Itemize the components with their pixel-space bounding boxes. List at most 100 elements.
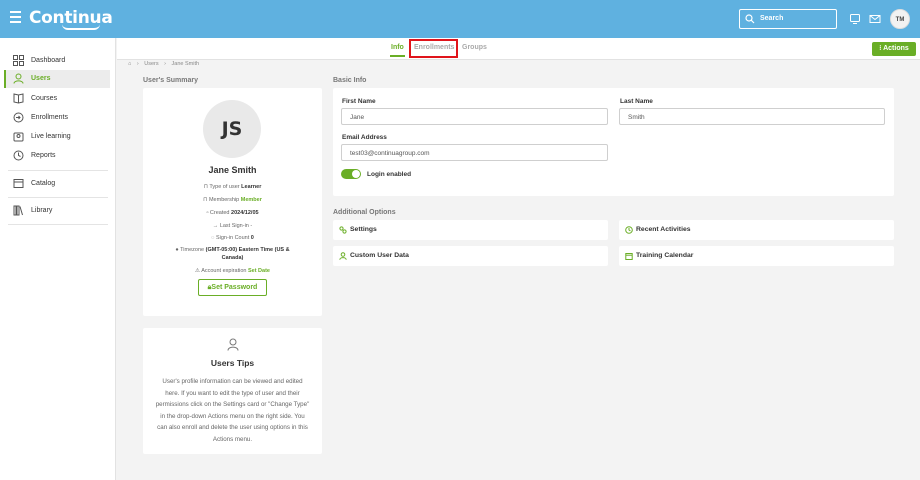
login-enabled-toggle[interactable] — [341, 169, 361, 179]
settings-label: Settings — [350, 226, 377, 233]
user-name: Jane Smith — [208, 165, 257, 175]
timezone-value: (GMT-05:00) Eastern Time (US & — [205, 247, 290, 253]
sidebar-item-label: Library — [31, 207, 53, 214]
sidebar-item-label: Reports — [31, 152, 56, 159]
user-icon — [227, 338, 239, 351]
sidebar-item-label: Live learning — [31, 133, 71, 140]
recent-activities-label: Recent Activities — [636, 226, 691, 233]
last-signin: → Last Sign-in - — [143, 223, 322, 229]
created-value: 2024/12/05 — [231, 210, 259, 216]
sidebar-item-library[interactable]: Library — [4, 202, 110, 220]
account-expiration: ⚠ Account expiration Set Date — [143, 268, 322, 274]
user-type: ⊓ Type of user Learner — [143, 184, 322, 190]
email-field[interactable]: test03@continuagroup.com — [341, 144, 608, 161]
training-calendar-card[interactable]: Training Calendar — [619, 246, 894, 266]
signin-count: ◌ Sign-in Count 0 — [143, 235, 322, 241]
breadcrumb-separator: › — [136, 61, 139, 67]
type-icon: ⊓ — [203, 184, 208, 190]
created-date: ▫ Created 2024/12/05 — [143, 210, 322, 216]
help-icon[interactable] — [849, 13, 861, 25]
basic-info-section-title: Basic Info — [333, 77, 367, 84]
dashboard-icon — [13, 55, 24, 66]
sidebar-item-courses[interactable]: Courses — [4, 90, 110, 108]
additional-options-section-title: Additional Options — [333, 209, 396, 216]
user-type-value: Learner — [241, 184, 262, 190]
actions-button[interactable]: ⁝ Actions — [872, 42, 916, 56]
timezone-label: Timezone — [180, 247, 205, 253]
sidebar-divider — [8, 224, 108, 225]
expiration-label: Account expiration — [201, 268, 247, 274]
breadcrumb-users[interactable]: Users — [144, 61, 158, 67]
set-password-label: Set Password — [211, 284, 258, 291]
search-icon — [745, 14, 755, 24]
highlight-box — [409, 39, 458, 58]
enroll-icon — [13, 112, 24, 123]
calendar-icon: ▫ — [206, 210, 209, 216]
tips-title: Users Tips — [210, 358, 255, 368]
tab-groups[interactable]: Groups — [462, 44, 487, 51]
tips-body: User's profile information can be viewed… — [155, 378, 310, 443]
sidebar-item-users[interactable]: Users — [4, 70, 110, 88]
training-calendar-label: Training Calendar — [636, 252, 694, 259]
live-learning-icon — [13, 132, 24, 142]
timezone-cont: Canada) — [143, 255, 322, 261]
sidebar-divider — [8, 197, 108, 198]
last-name-field[interactable]: Smith — [619, 108, 885, 125]
email-label: Email Address — [342, 134, 387, 141]
user-avatar-large: JS — [203, 100, 261, 158]
tab-info[interactable]: Info — [390, 44, 405, 57]
recent-activities-card[interactable]: Recent Activities — [619, 220, 894, 240]
sidebar-item-enrollments[interactable]: Enrollments — [4, 109, 110, 127]
book-icon — [13, 93, 24, 104]
set-date-link[interactable]: Set Date — [248, 268, 270, 274]
sidebar-item-label: Dashboard — [31, 57, 66, 64]
logo-swoosh — [62, 24, 100, 30]
set-password-button[interactable]: 🔒︎Set Password — [198, 279, 267, 296]
sidebar-item-label: Catalog — [31, 180, 56, 187]
tabs-bar: Info Enrollments Groups — [117, 38, 920, 60]
custom-user-data-card[interactable]: Custom User Data — [333, 246, 608, 266]
breadcrumb-separator: › — [164, 61, 166, 67]
sidebar-item-catalog[interactable]: Catalog — [4, 175, 110, 193]
sidebar-divider — [8, 170, 108, 171]
search-box[interactable]: Search — [739, 9, 837, 29]
globe-icon: ● — [175, 247, 179, 253]
basic-info-card: First Name Jane Last Name Smith Email Ad… — [333, 88, 894, 196]
user-avatar[interactable]: TM — [890, 9, 910, 29]
warning-icon: ⚠ — [195, 268, 200, 274]
first-name-field[interactable]: Jane — [341, 108, 608, 125]
signin-count-label: Sign-in Count — [215, 235, 250, 241]
custom-user-data-label: Custom User Data — [350, 252, 409, 259]
last-signin-text: Last Sign-in - — [219, 223, 253, 229]
user-summary-card: JS Jane Smith ⊓ Type of user Learner ⊓ M… — [143, 88, 322, 316]
settings-card[interactable]: Settings — [333, 220, 608, 240]
sidebar-item-reports[interactable]: Reports — [4, 147, 110, 165]
membership-icon: ⊓ — [203, 197, 208, 203]
sidebar-item-dashboard[interactable]: Dashboard — [4, 52, 110, 70]
membership-value: Member — [240, 197, 262, 203]
sidebar-item-label: Enrollments — [31, 114, 68, 121]
settings-icon — [339, 226, 347, 234]
mail-icon[interactable] — [869, 13, 881, 25]
catalog-icon — [13, 179, 24, 188]
sidebar: Dashboard Users Courses Enrollments Live… — [0, 38, 116, 480]
first-name-label: First Name — [342, 98, 376, 105]
sidebar-item-label: Users — [31, 75, 51, 82]
signin-icon: → — [212, 223, 219, 229]
timezone-value-cont: Canada) — [221, 255, 244, 261]
clock-icon — [13, 150, 24, 161]
user-icon — [13, 73, 24, 84]
sidebar-item-live-learning[interactable]: Live learning — [4, 128, 110, 146]
last-name-label: Last Name — [620, 98, 653, 105]
library-icon — [13, 205, 23, 216]
menu-icon[interactable] — [10, 11, 21, 25]
membership-label: Membership — [208, 197, 240, 203]
breadcrumb-current: Jane Smith — [171, 61, 200, 67]
calendar-icon — [625, 253, 633, 260]
membership: ⊓ Membership Member — [143, 197, 322, 203]
breadcrumb: ⌂ › Users › Jane Smith — [128, 61, 203, 67]
top-bar: Continua Search TM — [0, 0, 920, 38]
sidebar-item-label: Courses — [31, 95, 58, 102]
clock-icon — [625, 226, 633, 234]
home-icon[interactable]: ⌂ — [128, 61, 131, 67]
